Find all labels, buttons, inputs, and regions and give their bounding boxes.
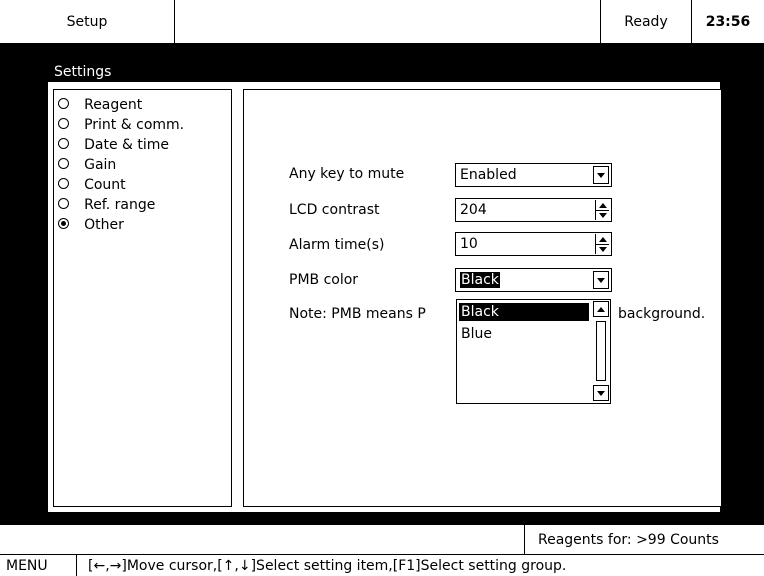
arrow-down-icon[interactable] bbox=[596, 210, 609, 220]
pmb-color-select[interactable]: Black bbox=[455, 268, 612, 292]
dropdown-option-blue[interactable]: Blue bbox=[459, 325, 589, 343]
radio-icon bbox=[58, 178, 69, 189]
group-label: Other bbox=[84, 217, 124, 233]
group-label: Count bbox=[84, 177, 126, 193]
chevron-down-icon[interactable] bbox=[593, 271, 609, 289]
alarm-time-value: 10 bbox=[460, 236, 478, 252]
group-item-reagent[interactable]: Reagent bbox=[58, 94, 228, 113]
status-bar: Reagents for: >99 Counts bbox=[0, 524, 764, 555]
top-bar: Setup Ready 23:56 bbox=[0, 0, 764, 44]
group-item-ref-range[interactable]: Ref. range bbox=[58, 194, 228, 213]
note-text-end: background. bbox=[618, 306, 706, 322]
settings-window-title: Settings bbox=[48, 62, 720, 82]
hint-bar: MENU [←,→]Move cursor,[↑,↓]Select settin… bbox=[0, 554, 764, 576]
radio-icon bbox=[58, 98, 69, 109]
radio-icon bbox=[58, 138, 69, 149]
lcd-contrast-value: 204 bbox=[460, 202, 487, 218]
any-key-mute-value: Enabled bbox=[460, 167, 517, 183]
radio-selected-icon bbox=[58, 218, 69, 229]
pmb-color-dropdown-list: Black Blue bbox=[456, 299, 611, 404]
reagent-counts: Reagents for: >99 Counts bbox=[538, 532, 719, 548]
group-label: Print & comm. bbox=[84, 117, 185, 133]
key-hint-text: [←,→]Move cursor,[↑,↓]Select setting ite… bbox=[88, 558, 567, 574]
radio-icon bbox=[58, 158, 69, 169]
group-item-gain[interactable]: Gain bbox=[58, 154, 228, 173]
dropdown-option-black[interactable]: Black bbox=[459, 303, 589, 321]
screen-title: Setup bbox=[0, 0, 175, 44]
hint-divider bbox=[76, 555, 77, 576]
clock: 23:56 bbox=[705, 14, 751, 30]
status-divider bbox=[524, 525, 525, 555]
group-item-print-comm[interactable]: Print & comm. bbox=[58, 114, 228, 133]
dropdown-scrollbar[interactable] bbox=[593, 301, 609, 402]
scrollbar-track[interactable] bbox=[596, 321, 606, 381]
radio-icon bbox=[58, 118, 69, 129]
arrow-down-icon[interactable] bbox=[596, 244, 609, 254]
spinner-buttons[interactable] bbox=[595, 200, 609, 220]
spinner-buttons[interactable] bbox=[595, 234, 609, 254]
alarm-time-spinner[interactable]: 10 bbox=[455, 232, 612, 256]
scroll-down-icon[interactable] bbox=[593, 385, 609, 401]
group-label: Ref. range bbox=[84, 197, 156, 213]
group-item-date-time[interactable]: Date & time bbox=[58, 134, 228, 153]
lcd-contrast-spinner[interactable]: 204 bbox=[455, 198, 612, 222]
group-label: Gain bbox=[84, 157, 117, 173]
radio-icon bbox=[58, 198, 69, 209]
other-settings-panel bbox=[243, 89, 722, 507]
scroll-up-icon[interactable] bbox=[593, 301, 609, 317]
pmb-color-value: Black bbox=[460, 272, 500, 288]
chevron-down-icon[interactable] bbox=[593, 166, 609, 184]
lcd-contrast-label: LCD contrast bbox=[289, 202, 380, 218]
arrow-up-icon[interactable] bbox=[596, 234, 609, 244]
status-indicator: Ready bbox=[601, 0, 692, 44]
group-item-count[interactable]: Count bbox=[58, 174, 228, 193]
menu-label[interactable]: MENU bbox=[6, 558, 48, 574]
alarm-time-label: Alarm time(s) bbox=[289, 237, 385, 253]
group-label: Reagent bbox=[84, 97, 143, 113]
group-label: Date & time bbox=[84, 137, 170, 153]
arrow-up-icon[interactable] bbox=[596, 200, 609, 210]
note-text: Note: PMB means P bbox=[289, 306, 426, 322]
any-key-mute-select[interactable]: Enabled bbox=[455, 163, 612, 187]
any-key-mute-label: Any key to mute bbox=[289, 166, 405, 182]
top-bar-spacer bbox=[175, 0, 601, 44]
pmb-color-label: PMB color bbox=[289, 272, 359, 288]
group-item-other[interactable]: Other bbox=[58, 214, 228, 233]
settings-group-list: Reagent Print & comm. Date & time Gain C… bbox=[53, 89, 232, 507]
